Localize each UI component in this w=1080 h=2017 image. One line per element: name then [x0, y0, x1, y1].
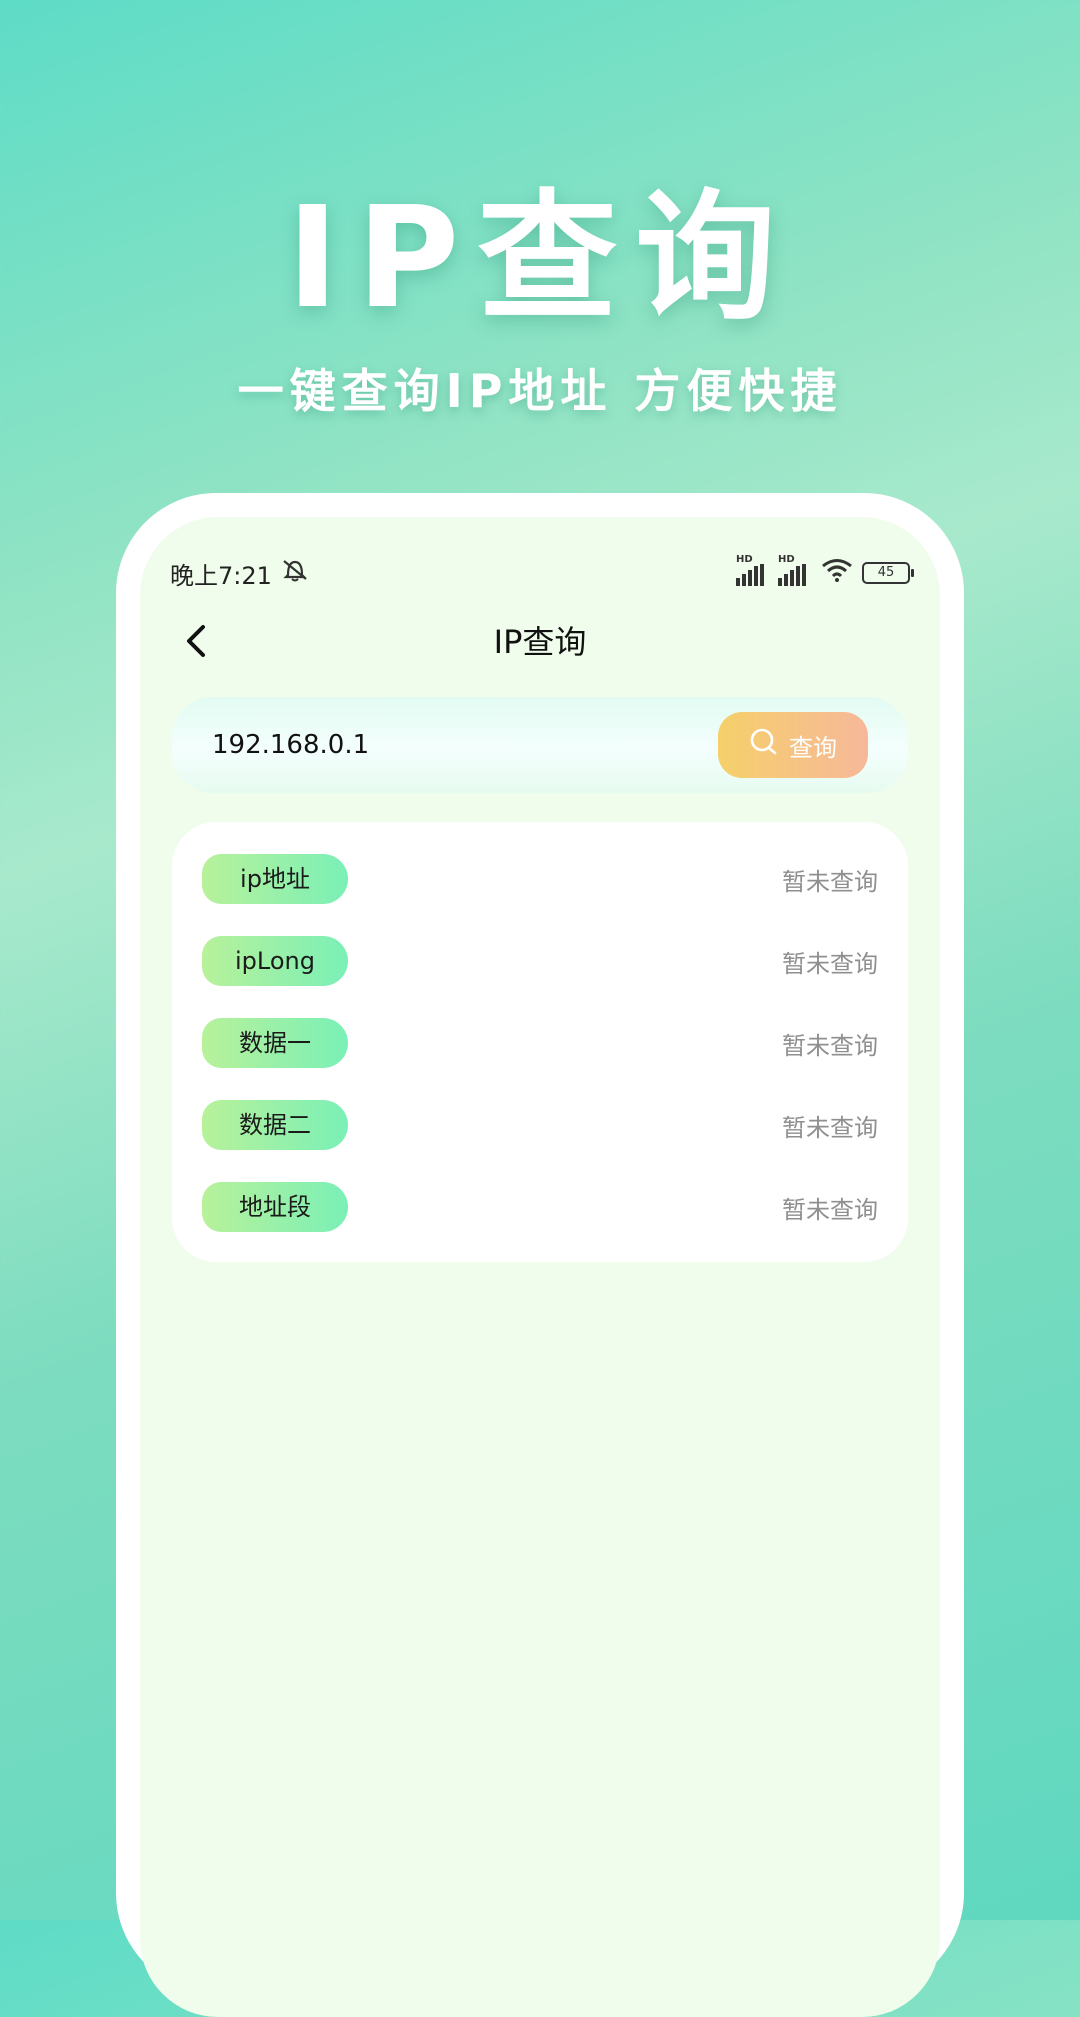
result-value: 暂未查询	[782, 1031, 878, 1060]
result-row: 数据一 暂未查询	[172, 1018, 908, 1068]
result-label: 数据二	[202, 1100, 348, 1150]
nav-bar: IP查询	[140, 607, 940, 677]
page-title: IP查询	[493, 623, 587, 661]
status-time: 晚上7:21	[170, 561, 272, 590]
bell-off-icon	[280, 557, 310, 589]
phone-screen: 晚上7:21 HD HD 45 IP查询 192.168.0.1 查询 ip地址…	[140, 517, 940, 2017]
search-icon	[749, 727, 779, 763]
result-card: ip地址 暂未查询 ipLong 暂未查询 数据一 暂未查询 数据二 暂未查询 …	[172, 822, 908, 1262]
wifi-icon	[820, 558, 854, 588]
hd-label: HD	[778, 554, 795, 565]
chevron-left-icon[interactable]	[176, 621, 216, 661]
signal-icon: HD	[736, 554, 764, 586]
status-bar: 晚上7:21 HD HD 45	[170, 553, 914, 593]
result-row: ipLong 暂未查询	[172, 936, 908, 986]
search-button-label: 查询	[789, 733, 837, 762]
result-label: 地址段	[202, 1182, 348, 1232]
signal-icon: HD	[778, 554, 806, 586]
search-button[interactable]: 查询	[718, 712, 868, 778]
result-value: 暂未查询	[782, 1113, 878, 1142]
result-row: ip地址 暂未查询	[172, 854, 908, 904]
result-label: ip地址	[202, 854, 348, 904]
hero-subtitle: 一键查询IP地址 方便快捷	[237, 364, 843, 418]
status-right: HD HD 45	[736, 554, 914, 588]
hero-title: IP查询	[286, 177, 794, 340]
result-label: ipLong	[202, 936, 348, 986]
result-row: 地址段 暂未查询	[172, 1182, 908, 1232]
result-value: 暂未查询	[782, 1195, 878, 1224]
result-label: 数据一	[202, 1018, 348, 1068]
result-row: 数据二 暂未查询	[172, 1100, 908, 1150]
search-box: 查询	[172, 697, 908, 793]
status-left: 晚上7:21	[170, 556, 310, 591]
battery-icon: 45	[862, 562, 914, 584]
result-value: 暂未查询	[782, 867, 878, 896]
result-value: 暂未查询	[782, 949, 878, 978]
phone-frame: 晚上7:21 HD HD 45 IP查询 192.168.0.1 查询 ip地址…	[116, 493, 964, 2017]
hd-label: HD	[736, 554, 753, 565]
ip-input[interactable]	[212, 719, 672, 771]
